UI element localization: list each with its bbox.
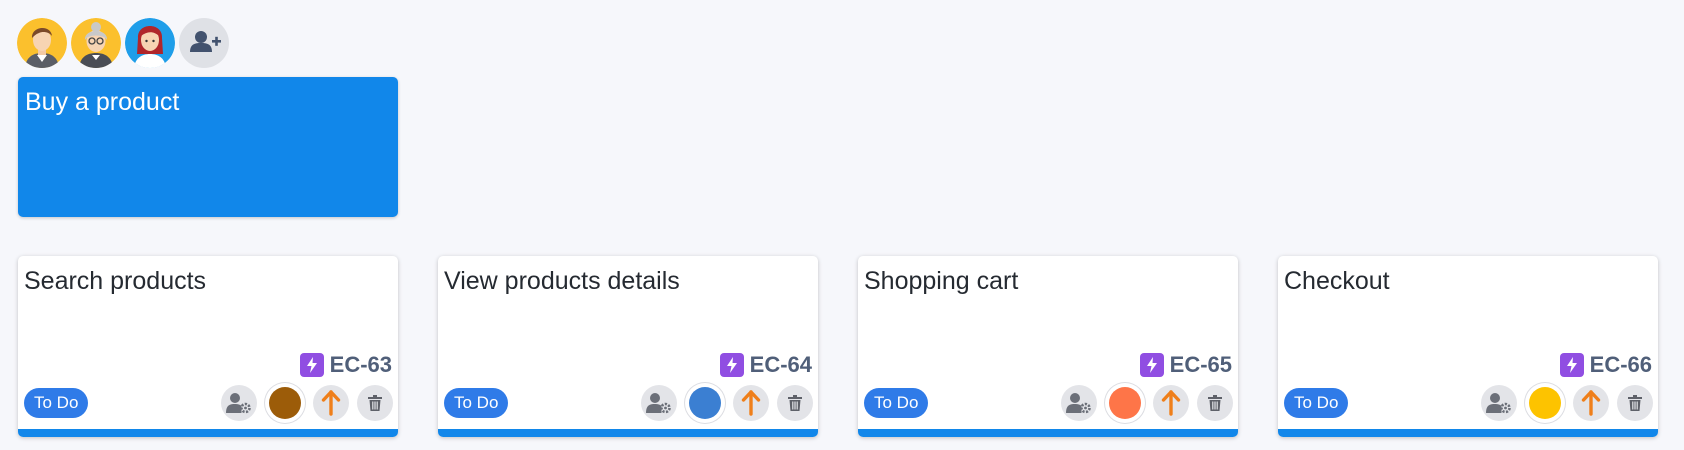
trash-icon[interactable] <box>357 385 393 421</box>
card-actions <box>1061 383 1233 423</box>
issue-key[interactable]: EC-63 <box>299 352 392 378</box>
issue-key[interactable]: EC-64 <box>719 352 812 378</box>
trash-icon[interactable] <box>1197 385 1233 421</box>
color-picker[interactable] <box>265 383 305 423</box>
card-color-bar <box>858 429 1238 437</box>
assign-user-icon[interactable] <box>1481 385 1517 421</box>
participants <box>17 18 229 68</box>
epic-card[interactable]: Buy a product <box>18 77 398 217</box>
card-color-bar <box>1278 429 1658 437</box>
color-swatch <box>1529 387 1561 419</box>
card-color-bar <box>18 429 398 437</box>
status-badge[interactable]: To Do <box>864 388 929 418</box>
color-swatch <box>269 387 301 419</box>
card-title: View products details <box>444 267 680 295</box>
priority-arrow-icon[interactable] <box>1153 385 1189 421</box>
card-color-bar <box>438 429 818 437</box>
story-card[interactable]: Checkout EC-66 To Do <box>1278 256 1658 437</box>
issue-key-label: EC-63 <box>329 352 392 377</box>
color-picker[interactable] <box>685 383 725 423</box>
woman-avatar-icon[interactable] <box>125 18 175 68</box>
story-card[interactable]: View products details EC-64 To Do <box>438 256 818 437</box>
assign-user-icon[interactable] <box>1061 385 1097 421</box>
assign-user-icon[interactable] <box>221 385 257 421</box>
card-actions <box>221 383 393 423</box>
priority-arrow-icon[interactable] <box>313 385 349 421</box>
card-title: Checkout <box>1284 267 1390 295</box>
grandmother-avatar-icon[interactable] <box>71 18 121 68</box>
issue-key[interactable]: EC-65 <box>1139 352 1232 378</box>
assign-user-icon[interactable] <box>641 385 677 421</box>
lightning-bolt-icon <box>719 353 744 377</box>
status-badge[interactable]: To Do <box>1284 388 1349 418</box>
card-title: Shopping cart <box>864 267 1019 295</box>
story-card[interactable]: Shopping cart EC-65 To Do <box>858 256 1238 437</box>
color-swatch <box>689 387 721 419</box>
lightning-bolt-icon <box>1139 353 1164 377</box>
color-picker[interactable] <box>1525 383 1565 423</box>
epic-title: Buy a product <box>25 88 180 116</box>
color-picker[interactable] <box>1105 383 1145 423</box>
add-user-icon[interactable] <box>179 18 229 68</box>
card-title: Search products <box>24 267 207 295</box>
issue-key-label: EC-64 <box>749 352 812 377</box>
lightning-bolt-icon <box>1559 353 1584 377</box>
story-card[interactable]: Search products EC-63 To Do <box>18 256 398 437</box>
man-avatar-icon[interactable] <box>17 18 67 68</box>
priority-arrow-icon[interactable] <box>1573 385 1609 421</box>
trash-icon[interactable] <box>1617 385 1653 421</box>
priority-arrow-icon[interactable] <box>733 385 769 421</box>
card-actions <box>641 383 813 423</box>
color-swatch <box>1109 387 1141 419</box>
status-badge[interactable]: To Do <box>444 388 509 418</box>
status-badge[interactable]: To Do <box>24 388 89 418</box>
lightning-bolt-icon <box>299 353 324 377</box>
issue-key[interactable]: EC-66 <box>1559 352 1652 378</box>
card-actions <box>1481 383 1653 423</box>
issue-key-label: EC-66 <box>1589 352 1652 377</box>
issue-key-label: EC-65 <box>1169 352 1232 377</box>
trash-icon[interactable] <box>777 385 813 421</box>
